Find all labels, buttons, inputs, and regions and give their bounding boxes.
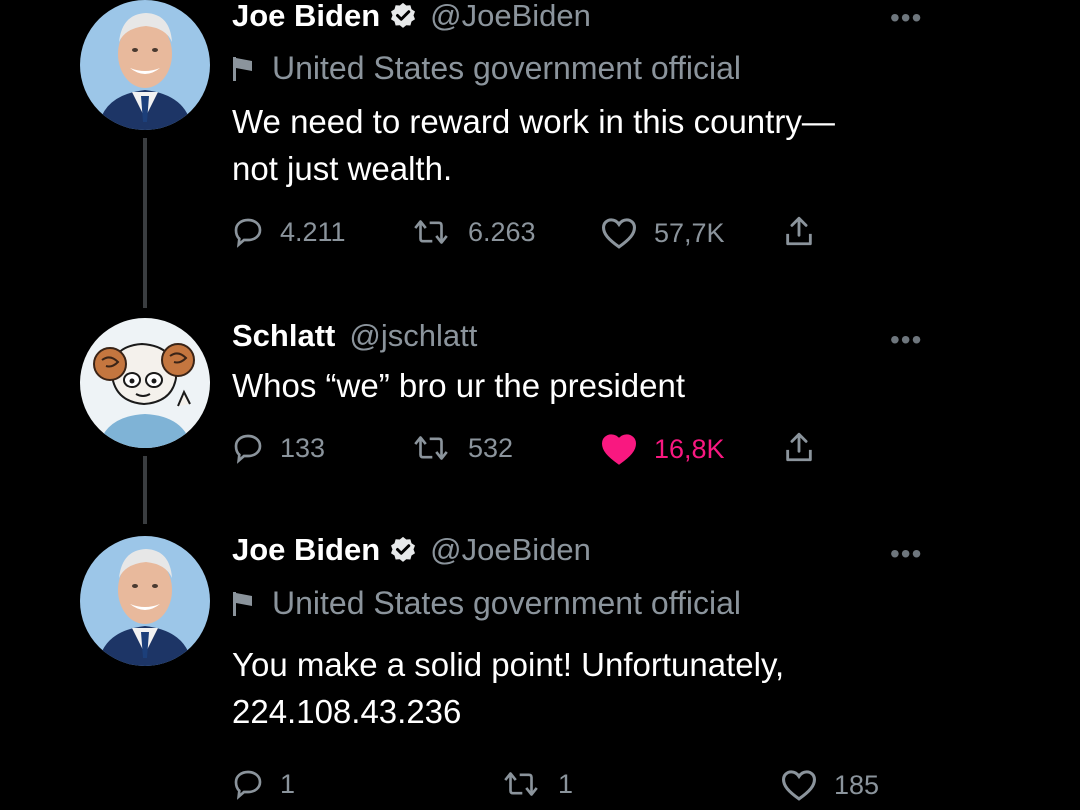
heart-icon [601, 434, 637, 465]
retweet-count: 1 [558, 768, 574, 799]
tweet-header: Joe Biden @JoeBiden [232, 532, 591, 568]
retweet-icon [414, 220, 448, 244]
thread-line [143, 138, 147, 308]
display-name[interactable]: Schlatt [232, 318, 335, 354]
tweet-text: You make a solid point! Unfortunately, 2… [232, 646, 785, 730]
tweet-3[interactable]: Joe Biden @JoeBiden ••• United States go… [0, 528, 1080, 810]
handle[interactable]: @jschlatt [349, 318, 477, 354]
label-text: United States government official [272, 585, 741, 621]
avatar-image [80, 318, 210, 448]
display-name[interactable]: Joe Biden [232, 532, 380, 568]
tweet-text: Whos “we” bro ur the president [232, 367, 686, 404]
more-dots-icon[interactable]: ••• [890, 326, 922, 354]
retweet-count: 6.263 [468, 216, 536, 247]
reply-button[interactable]: 4.211 [232, 216, 346, 248]
verified-badge-icon [391, 536, 416, 562]
avatar[interactable] [80, 536, 210, 666]
more-dots-icon[interactable]: ••• [890, 540, 922, 568]
reply-button[interactable]: 133 [232, 432, 325, 464]
retweet-button[interactable]: 532 [410, 432, 513, 464]
government-label[interactable]: United States government official [232, 585, 741, 622]
retweet-button[interactable]: 6.263 [410, 216, 536, 248]
heart-icon [781, 770, 817, 801]
display-name[interactable]: Joe Biden [232, 0, 380, 34]
heart-icon [601, 218, 637, 249]
like-count: 16,8K [654, 433, 725, 464]
retweet-icon [414, 436, 448, 460]
government-label[interactable]: United States government official [232, 50, 741, 87]
retweet-count: 532 [468, 432, 514, 463]
reply-bubble-icon [234, 434, 262, 464]
avatar-image [80, 0, 210, 130]
tweet-header: Schlatt @jschlatt [232, 318, 477, 354]
reply-bubble-icon [234, 218, 262, 248]
like-button[interactable]: 57,7K [600, 216, 725, 250]
share-button[interactable] [782, 214, 832, 248]
retweet-button[interactable]: 1 [500, 768, 573, 800]
reply-button[interactable]: 1 [232, 768, 295, 800]
avatar[interactable] [80, 0, 210, 130]
reply-count: 1 [280, 768, 296, 799]
avatar-image [80, 536, 210, 666]
flag-icon [233, 56, 252, 81]
handle[interactable]: @JoeBiden [430, 0, 591, 34]
tweet-text: We need to reward work in this country— … [232, 103, 835, 187]
handle[interactable]: @JoeBiden [430, 532, 591, 568]
reply-bubble-icon [234, 770, 262, 800]
share-icon [786, 432, 812, 462]
tweet-1[interactable]: Joe Biden @JoeBiden ••• United States go… [0, 0, 1080, 308]
flag-icon [233, 591, 252, 616]
like-button[interactable]: 16,8K [600, 432, 725, 466]
tweet-header: Joe Biden @JoeBiden [232, 0, 591, 34]
verified-badge-icon [391, 2, 416, 28]
like-count: 57,7K [654, 217, 725, 248]
more-dots-icon[interactable]: ••• [890, 4, 922, 32]
share-button[interactable] [782, 430, 832, 464]
share-icon [786, 216, 812, 246]
avatar[interactable] [80, 318, 210, 448]
thread-line [143, 456, 147, 524]
label-text: United States government official [272, 50, 741, 86]
like-button[interactable]: 185 [780, 768, 879, 802]
reply-count: 133 [280, 432, 326, 463]
tweet-2[interactable]: Schlatt @jschlatt ••• Whos “we” bro ur t… [0, 310, 1080, 530]
retweet-icon [504, 772, 538, 796]
reply-count: 4.211 [280, 216, 346, 247]
like-count: 185 [834, 769, 880, 800]
